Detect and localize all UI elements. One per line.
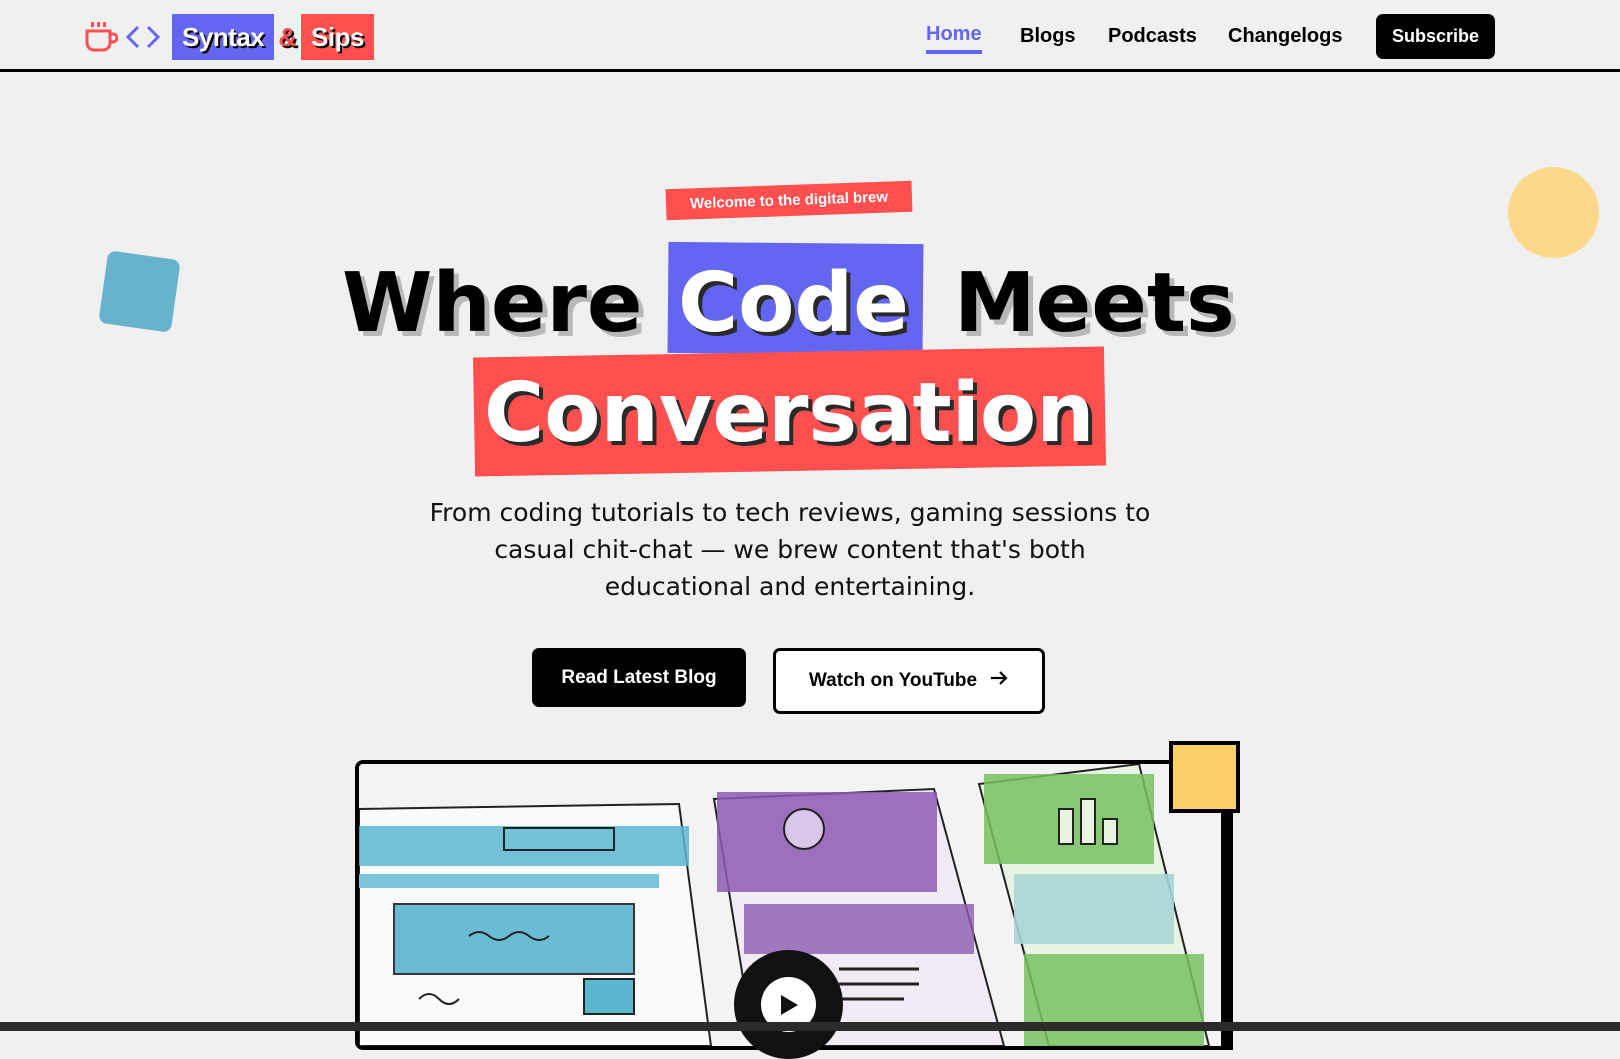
hero-title-code: Code	[678, 256, 909, 351]
brand-word-syntax: Syntax	[172, 14, 275, 60]
nav-changelogs[interactable]: Changelogs	[1228, 18, 1342, 54]
arrow-right-icon	[989, 668, 1009, 694]
brand-word-sips: Sips	[301, 14, 374, 60]
welcome-badge: Welcome to the digital brew	[665, 180, 913, 221]
coffee-cup-icon	[84, 20, 118, 54]
nav-podcasts[interactable]: Podcasts	[1108, 18, 1197, 54]
watch-on-youtube-button[interactable]: Watch on YouTube	[773, 648, 1045, 714]
watch-on-youtube-label: Watch on YouTube	[808, 670, 978, 691]
subscribe-button[interactable]: Subscribe	[1376, 14, 1495, 59]
decorative-yellow-circle	[1508, 167, 1599, 258]
decorative-yellow-square	[1169, 741, 1240, 813]
hero-title-where: Where	[342, 256, 643, 351]
decorative-blue-square	[98, 250, 181, 333]
code-brackets-icon	[124, 20, 162, 54]
hero-title-meets: Meets	[954, 256, 1235, 351]
video-frame-shadow	[1221, 810, 1233, 1050]
nav-blogs[interactable]: Blogs	[1020, 18, 1076, 54]
hero-description: From coding tutorials to tech reviews, g…	[429, 498, 1151, 601]
nav-home[interactable]: Home	[926, 18, 982, 54]
read-latest-blog-button[interactable]: Read Latest Blog	[532, 648, 746, 707]
site-header: Syntax & Sips Home Blogs Podcasts Change…	[0, 0, 1620, 72]
bottom-edge-bar	[0, 1022, 1620, 1031]
hero-title-conversation: Conversation	[484, 366, 1095, 461]
brand-logo[interactable]: Syntax & Sips	[84, 14, 374, 60]
brand-ampersand: &	[278, 21, 298, 52]
play-video-button[interactable]	[734, 950, 843, 1059]
